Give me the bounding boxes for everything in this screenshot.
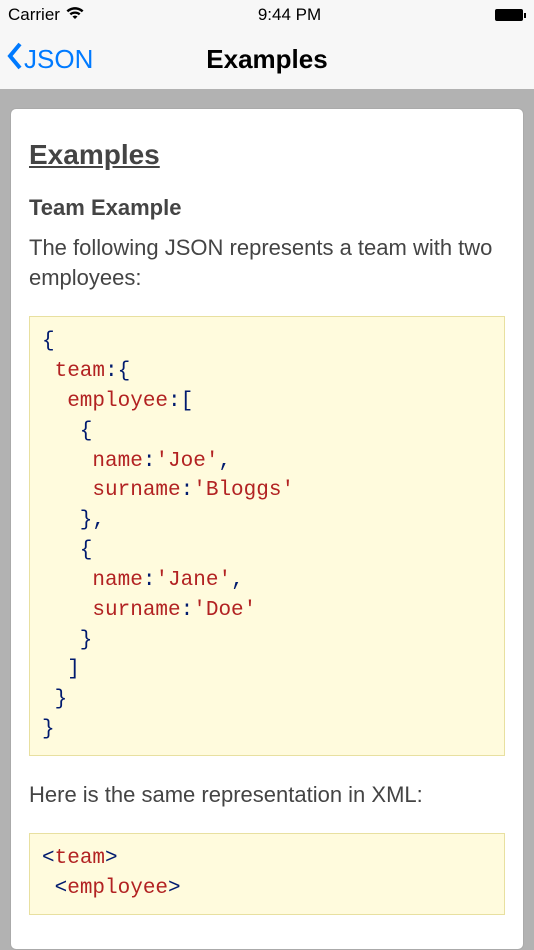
back-button[interactable]: JSON <box>6 41 93 78</box>
xml-code-block: <team> <employee> <box>29 833 505 915</box>
carrier-label: Carrier <box>8 5 60 25</box>
wifi-icon <box>66 5 84 25</box>
page-title: Examples <box>206 44 327 75</box>
chevron-left-icon <box>6 41 24 78</box>
section-heading: Examples <box>29 139 505 171</box>
navigation-bar: JSON Examples <box>0 30 534 90</box>
content-viewport[interactable]: Examples Team Example The following JSON… <box>0 90 534 950</box>
subsection-heading: Team Example <box>29 195 505 221</box>
status-bar: Carrier 9:44 PM <box>0 0 534 30</box>
battery-icon <box>495 9 526 21</box>
json-code-block: { team:{ employee:[ { name:'Joe', surnam… <box>29 316 505 755</box>
status-bar-time: 9:44 PM <box>258 5 321 25</box>
status-bar-left: Carrier <box>8 5 84 25</box>
content-card: Examples Team Example The following JSON… <box>10 108 524 950</box>
back-button-label: JSON <box>24 44 93 75</box>
intro-paragraph: The following JSON represents a team wit… <box>29 233 505 292</box>
intro2-paragraph: Here is the same representation in XML: <box>29 780 505 810</box>
